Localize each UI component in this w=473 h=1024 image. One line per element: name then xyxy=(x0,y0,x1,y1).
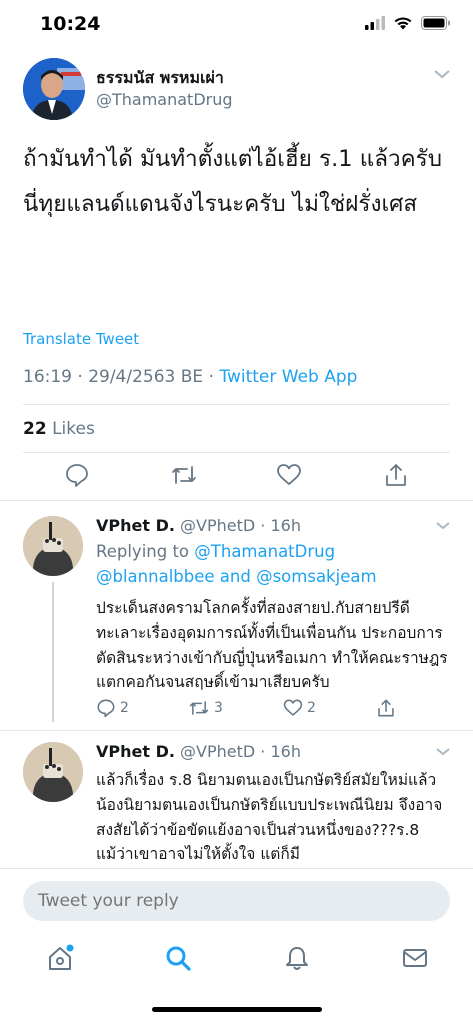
reply-icon[interactable] xyxy=(64,462,90,488)
messages-icon[interactable] xyxy=(401,944,429,972)
replying-to-label: Replying to xyxy=(96,542,195,561)
reply-actions: 2 3 2 xyxy=(96,698,426,722)
divider xyxy=(23,452,450,453)
profile-photo-icon xyxy=(23,516,83,576)
reply-tweet[interactable]: VPhet D. @VPhetD · 16h แล้วก็เรื่อง ร.8 … xyxy=(0,728,473,868)
status-icons xyxy=(365,16,451,30)
reply-text: ประเด็นสงครามโลกครั้งที่สองสายป.กับสายปร… xyxy=(96,599,448,692)
mention-link[interactable]: @ThamanatDrug xyxy=(194,542,335,561)
tweet-text-line: นี่ทุยแลนด์แดนจังไรนะครับ ไม่ใช่ฝรั่งเศส xyxy=(23,190,418,217)
avatar[interactable] xyxy=(23,516,83,576)
retweet-button[interactable]: 3 xyxy=(188,698,223,718)
reply-header: VPhet D. @VPhetD · 16h xyxy=(96,516,301,535)
reply-header: VPhet D. @VPhetD · 16h xyxy=(96,742,301,761)
reply-count: 2 xyxy=(120,700,129,716)
reply-text: แล้วก็เรื่อง ร.8 นิยามตนเองเป็นกษัตริย์ส… xyxy=(96,771,443,864)
share-button[interactable] xyxy=(376,698,396,718)
reply-input[interactable] xyxy=(23,881,450,921)
retweet-count: 3 xyxy=(214,700,223,716)
retweet-icon[interactable] xyxy=(170,462,198,488)
signal-icon xyxy=(365,16,385,30)
likes-count[interactable]: 22 Likes xyxy=(23,419,95,439)
search-icon[interactable] xyxy=(164,944,192,972)
tweet-source-app[interactable]: Twitter Web App xyxy=(219,367,357,387)
home-indicator xyxy=(152,1007,322,1012)
tweet-timestamp: 16:19 · 29/4/2563 BE · xyxy=(23,367,220,387)
share-icon[interactable] xyxy=(383,462,409,488)
reply-composer xyxy=(0,868,473,936)
home-icon[interactable] xyxy=(46,944,74,972)
chevron-down-icon[interactable] xyxy=(435,746,451,757)
like-button[interactable]: 2 xyxy=(283,698,316,718)
reply-author-handle[interactable]: @VPhetD · 16h xyxy=(180,742,301,761)
battery-icon xyxy=(421,16,450,30)
mention-link[interactable]: @somsakjeam xyxy=(256,567,376,586)
tweet-text-line: ถ้ามันทำได้ มันทำตั้งแต่ไอ้เฮี้ย ร.1 แล้… xyxy=(23,146,443,172)
reply-icon xyxy=(97,699,115,718)
divider xyxy=(23,404,450,405)
section-divider xyxy=(0,500,473,501)
likes-label: Likes xyxy=(52,419,95,439)
author-handle[interactable]: @ThamanatDrug xyxy=(96,90,233,109)
profile-photo-icon xyxy=(23,742,83,802)
replying-to: Replying to @ThamanatDrug @blannalbbee a… xyxy=(96,540,456,590)
wifi-icon xyxy=(394,17,412,30)
thread-line xyxy=(52,582,54,722)
likes-number: 22 xyxy=(23,419,47,439)
reply-author-name[interactable]: VPhet D. xyxy=(96,516,175,535)
retweet-icon xyxy=(189,701,209,715)
profile-photo-icon xyxy=(23,58,85,120)
author-name[interactable]: ธรรมนัส พรหมเผ่า xyxy=(96,66,224,91)
avatar[interactable] xyxy=(23,58,85,120)
reply-author-name[interactable]: VPhet D. xyxy=(96,742,175,761)
like-count: 2 xyxy=(307,700,316,716)
status-time: 10:24 xyxy=(40,13,101,35)
status-bar: 10:24 xyxy=(0,0,473,50)
tweet-text: ถ้ามันทำได้ มันทำตั้งแต่ไอ้เฮี้ย ร.1 แล้… xyxy=(23,142,453,232)
like-icon[interactable] xyxy=(276,462,302,488)
chevron-down-icon[interactable] xyxy=(433,68,451,80)
notifications-icon[interactable] xyxy=(283,944,311,972)
tweet-metadata: 16:19 · 29/4/2563 BE · Twitter Web App xyxy=(23,367,357,387)
translate-tweet-link[interactable]: Translate Tweet xyxy=(23,330,139,348)
replying-and-label: and xyxy=(214,566,257,586)
like-icon xyxy=(283,699,303,716)
mention-link[interactable]: @blannalbbee xyxy=(96,567,215,586)
share-icon xyxy=(378,699,394,717)
tweet-actions xyxy=(0,462,473,502)
reply-button[interactable]: 2 xyxy=(96,698,129,718)
reply-author-handle[interactable]: @VPhetD · 16h xyxy=(180,516,301,535)
avatar[interactable] xyxy=(23,742,83,802)
chevron-down-icon[interactable] xyxy=(435,520,451,531)
